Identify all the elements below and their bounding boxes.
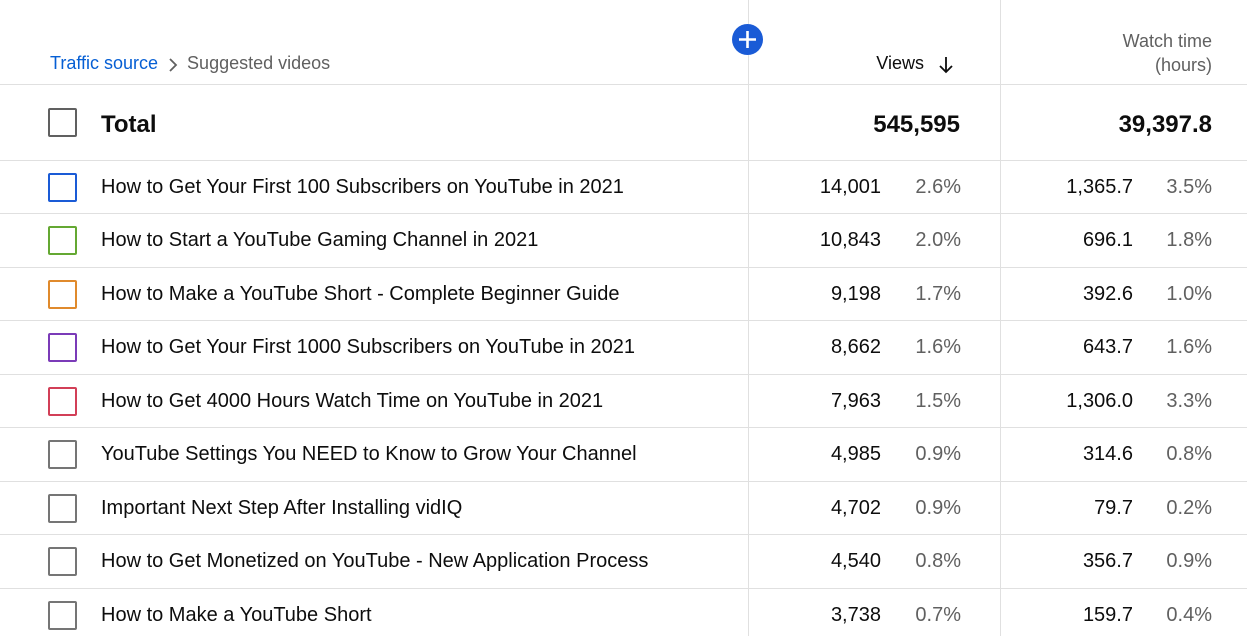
views-percent: 1.5% bbox=[915, 390, 961, 412]
views-column-label: Views bbox=[876, 53, 924, 73]
views-percent: 0.7% bbox=[915, 604, 961, 626]
arrow-down-icon bbox=[938, 55, 954, 73]
video-title[interactable]: YouTube Settings You NEED to Know to Gro… bbox=[101, 443, 637, 466]
views-percent: 0.8% bbox=[915, 550, 961, 572]
table-row: How to Make a YouTube Short - Complete B… bbox=[0, 268, 1247, 321]
table-row: How to Get 4000 Hours Watch Time on YouT… bbox=[0, 375, 1247, 428]
watch-time-column-unit: (hours) bbox=[1154, 55, 1212, 75]
watch-time-value: 643.7 bbox=[1082, 336, 1133, 358]
table-row: YouTube Settings You NEED to Know to Gro… bbox=[0, 428, 1247, 482]
watch-time-percent: 0.2% bbox=[1166, 497, 1212, 519]
video-title[interactable]: How to Make a YouTube Short bbox=[101, 604, 372, 627]
watch-time-value: 79.7 bbox=[1094, 497, 1133, 519]
watch-time-percent: 1.0% bbox=[1166, 283, 1212, 305]
total-checkbox[interactable] bbox=[48, 108, 77, 137]
views-percent: 2.0% bbox=[915, 229, 961, 251]
views-value: 14,001 bbox=[819, 176, 881, 198]
chevron-right-icon bbox=[168, 55, 178, 73]
views-percent: 0.9% bbox=[915, 497, 961, 519]
video-title[interactable]: How to Get Your First 100 Subscribers on… bbox=[101, 176, 624, 199]
video-title[interactable]: How to Start a YouTube Gaming Channel in… bbox=[101, 229, 538, 252]
watch-time-value: 159.7 bbox=[1082, 604, 1133, 626]
video-title[interactable]: Important Next Step After Installing vid… bbox=[101, 497, 462, 520]
watch-time-value: 392.6 bbox=[1082, 283, 1133, 305]
watch-time-value: 1,306.0 bbox=[1066, 390, 1133, 412]
row-checkbox[interactable] bbox=[48, 547, 77, 576]
views-value: 10,843 bbox=[819, 229, 881, 251]
watch-time-percent: 3.5% bbox=[1166, 176, 1212, 198]
row-checkbox[interactable] bbox=[48, 173, 77, 202]
table-row: How to Get Monetized on YouTube - New Ap… bbox=[0, 535, 1247, 589]
table-header: Traffic source Suggested videos Views Wa… bbox=[0, 0, 1247, 85]
row-checkbox[interactable] bbox=[48, 280, 77, 309]
watch-time-percent: 0.8% bbox=[1166, 443, 1212, 465]
analytics-table: Traffic source Suggested videos Views Wa… bbox=[0, 0, 1247, 636]
views-column-header[interactable]: Views bbox=[876, 53, 954, 74]
watch-time-column-header[interactable]: Watch time (hours) bbox=[1123, 29, 1212, 77]
views-value: 8,662 bbox=[830, 336, 881, 358]
row-checkbox[interactable] bbox=[48, 440, 77, 469]
table-row: How to Start a YouTube Gaming Channel in… bbox=[0, 214, 1247, 268]
row-checkbox[interactable] bbox=[48, 333, 77, 362]
breadcrumb: Traffic source Suggested videos bbox=[50, 53, 330, 74]
views-percent: 1.6% bbox=[915, 336, 961, 358]
watch-time-column-label: Watch time bbox=[1122, 31, 1212, 51]
row-checkbox[interactable] bbox=[48, 226, 77, 255]
watch-time-percent: 0.9% bbox=[1166, 550, 1212, 572]
breadcrumb-current: Suggested videos bbox=[187, 53, 331, 73]
video-title[interactable]: How to Get 4000 Hours Watch Time on YouT… bbox=[101, 390, 603, 413]
views-value: 4,985 bbox=[830, 443, 881, 465]
breadcrumb-traffic-source-link[interactable]: Traffic source bbox=[50, 53, 158, 74]
views-value: 3,738 bbox=[830, 604, 881, 626]
total-label: Total bbox=[101, 111, 157, 138]
views-percent: 1.7% bbox=[915, 283, 961, 305]
total-views: 545,595 bbox=[873, 111, 960, 138]
watch-time-percent: 1.8% bbox=[1166, 229, 1212, 251]
add-metric-button[interactable] bbox=[732, 24, 763, 55]
table-row: How to Get Your First 1000 Subscribers o… bbox=[0, 321, 1247, 375]
views-value: 4,540 bbox=[830, 550, 881, 572]
table-row: How to Make a YouTube Short 3,738 0.7% 1… bbox=[0, 589, 1247, 636]
table-row: How to Get Your First 100 Subscribers on… bbox=[0, 161, 1247, 214]
views-percent: 2.6% bbox=[915, 176, 961, 198]
table-row: Important Next Step After Installing vid… bbox=[0, 482, 1247, 535]
views-percent: 0.9% bbox=[915, 443, 961, 465]
watch-time-percent: 1.6% bbox=[1166, 336, 1212, 358]
video-title[interactable]: How to Get Monetized on YouTube - New Ap… bbox=[101, 550, 648, 573]
row-checkbox[interactable] bbox=[48, 601, 77, 630]
watch-time-value: 1,365.7 bbox=[1066, 176, 1133, 198]
total-watch-time: 39,397.8 bbox=[1118, 111, 1212, 138]
views-value: 9,198 bbox=[830, 283, 881, 305]
watch-time-percent: 3.3% bbox=[1166, 390, 1212, 412]
watch-time-value: 314.6 bbox=[1082, 443, 1133, 465]
row-checkbox[interactable] bbox=[48, 387, 77, 416]
views-value: 7,963 bbox=[830, 390, 881, 412]
watch-time-value: 696.1 bbox=[1082, 229, 1133, 251]
video-title[interactable]: How to Make a YouTube Short - Complete B… bbox=[101, 283, 619, 306]
views-value: 4,702 bbox=[830, 497, 881, 519]
watch-time-percent: 0.4% bbox=[1166, 604, 1212, 626]
video-title[interactable]: How to Get Your First 1000 Subscribers o… bbox=[101, 336, 635, 359]
watch-time-value: 356.7 bbox=[1082, 550, 1133, 572]
row-checkbox[interactable] bbox=[48, 494, 77, 523]
video-rows: How to Get Your First 100 Subscribers on… bbox=[0, 161, 1247, 636]
total-row: Total 545,595 39,397.8 bbox=[0, 85, 1247, 161]
